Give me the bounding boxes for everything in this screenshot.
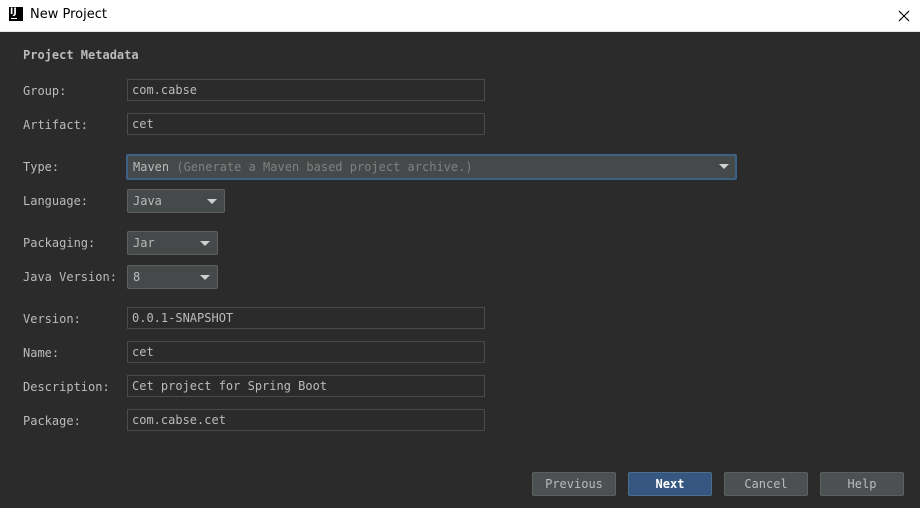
cancel-button[interactable]: Cancel <box>724 472 808 496</box>
help-button[interactable]: Help <box>820 472 904 496</box>
section-title: Project Metadata <box>23 48 139 62</box>
language-label: Language: <box>23 194 89 208</box>
type-dropdown[interactable]: Maven (Generate a Maven based project ar… <box>126 154 737 180</box>
name-field[interactable] <box>127 341 485 363</box>
chevron-down-icon <box>719 164 729 169</box>
next-button[interactable]: Next <box>628 472 712 496</box>
chevron-down-icon <box>200 275 210 280</box>
description-field[interactable] <box>127 375 485 397</box>
type-selected-value: Maven <box>133 160 170 174</box>
packaging-label: Packaging: <box>23 236 96 250</box>
previous-button[interactable]: Previous <box>532 472 616 496</box>
logo-text: IJ <box>10 7 17 17</box>
close-button[interactable] <box>888 0 920 31</box>
group-field[interactable] <box>127 79 485 101</box>
version-label: Version: <box>23 312 81 326</box>
artifact-field[interactable] <box>127 113 485 135</box>
type-hint: (Generate a Maven based project archive.… <box>176 160 473 174</box>
java-version-label: Java Version: <box>23 270 117 284</box>
description-label: Description: <box>23 380 110 394</box>
type-label: Type: <box>23 160 60 174</box>
language-selected-value: Java <box>133 194 162 208</box>
close-icon <box>898 10 910 21</box>
package-label: Package: <box>23 414 81 428</box>
java-version-selected-value: 8 <box>133 270 141 284</box>
name-label: Name: <box>23 346 60 360</box>
group-label: Group: <box>23 84 67 98</box>
intellij-logo-icon: IJ <box>9 7 23 21</box>
package-field[interactable] <box>127 409 485 431</box>
window-titlebar: IJ New Project <box>0 0 920 32</box>
version-field[interactable] <box>127 307 485 329</box>
artifact-label: Artifact: <box>23 118 89 132</box>
chevron-down-icon <box>200 241 210 246</box>
window-title: New Project <box>30 7 107 22</box>
language-dropdown[interactable]: Java <box>127 189 225 213</box>
packaging-dropdown[interactable]: Jar <box>127 231 218 255</box>
packaging-selected-value: Jar <box>133 236 155 250</box>
java-version-dropdown[interactable]: 8 <box>127 265 218 289</box>
chevron-down-icon <box>207 199 217 204</box>
